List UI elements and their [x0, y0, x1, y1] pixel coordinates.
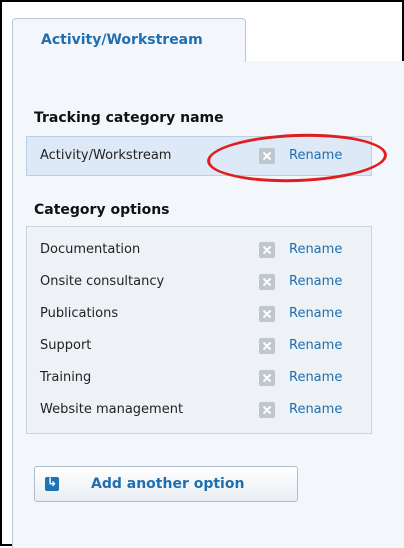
delete-x-icon[interactable] [259, 306, 275, 322]
delete-x-icon[interactable] [259, 338, 275, 354]
delete-x-icon[interactable] [259, 370, 275, 386]
category-options-list: Documentation Rename Onsite consultancy … [26, 226, 372, 434]
delete-x-icon[interactable] [259, 242, 275, 258]
option-label: Publications [40, 306, 119, 321]
delete-x-icon[interactable] [259, 274, 275, 290]
add-arrow-icon [45, 475, 59, 491]
tab-label: Activity/Workstream [41, 32, 203, 48]
list-item: Training Rename [27, 363, 371, 393]
list-item: Website management Rename [27, 395, 371, 425]
tracking-category-title: Tracking category name [34, 110, 224, 126]
tracking-category-value: Activity/Workstream [40, 148, 172, 163]
dialog-frame: Activity/Workstream Tracking category na… [0, 0, 404, 548]
rename-link[interactable]: Rename [289, 370, 342, 385]
category-options-title: Category options [34, 202, 170, 218]
rename-link[interactable]: Rename [289, 274, 342, 289]
rename-link[interactable]: Rename [289, 338, 342, 353]
add-another-option-button[interactable]: Add another option [34, 466, 298, 502]
rename-link[interactable]: Rename [289, 242, 342, 257]
option-label: Onsite consultancy [40, 274, 165, 289]
add-button-label: Add another option [91, 476, 245, 492]
list-item: Documentation Rename [27, 235, 371, 265]
list-item: Onsite consultancy Rename [27, 267, 371, 297]
option-label: Website management [40, 402, 184, 417]
option-label: Support [40, 338, 92, 353]
rename-link[interactable]: Rename [289, 306, 342, 321]
delete-x-icon[interactable] [259, 402, 275, 418]
option-label: Training [40, 370, 92, 385]
list-item: Publications Rename [27, 299, 371, 329]
list-item: Support Rename [27, 331, 371, 361]
rename-link[interactable]: Rename [289, 402, 342, 417]
option-label: Documentation [40, 242, 141, 257]
tab-activity-workstream[interactable]: Activity/Workstream [12, 18, 246, 62]
